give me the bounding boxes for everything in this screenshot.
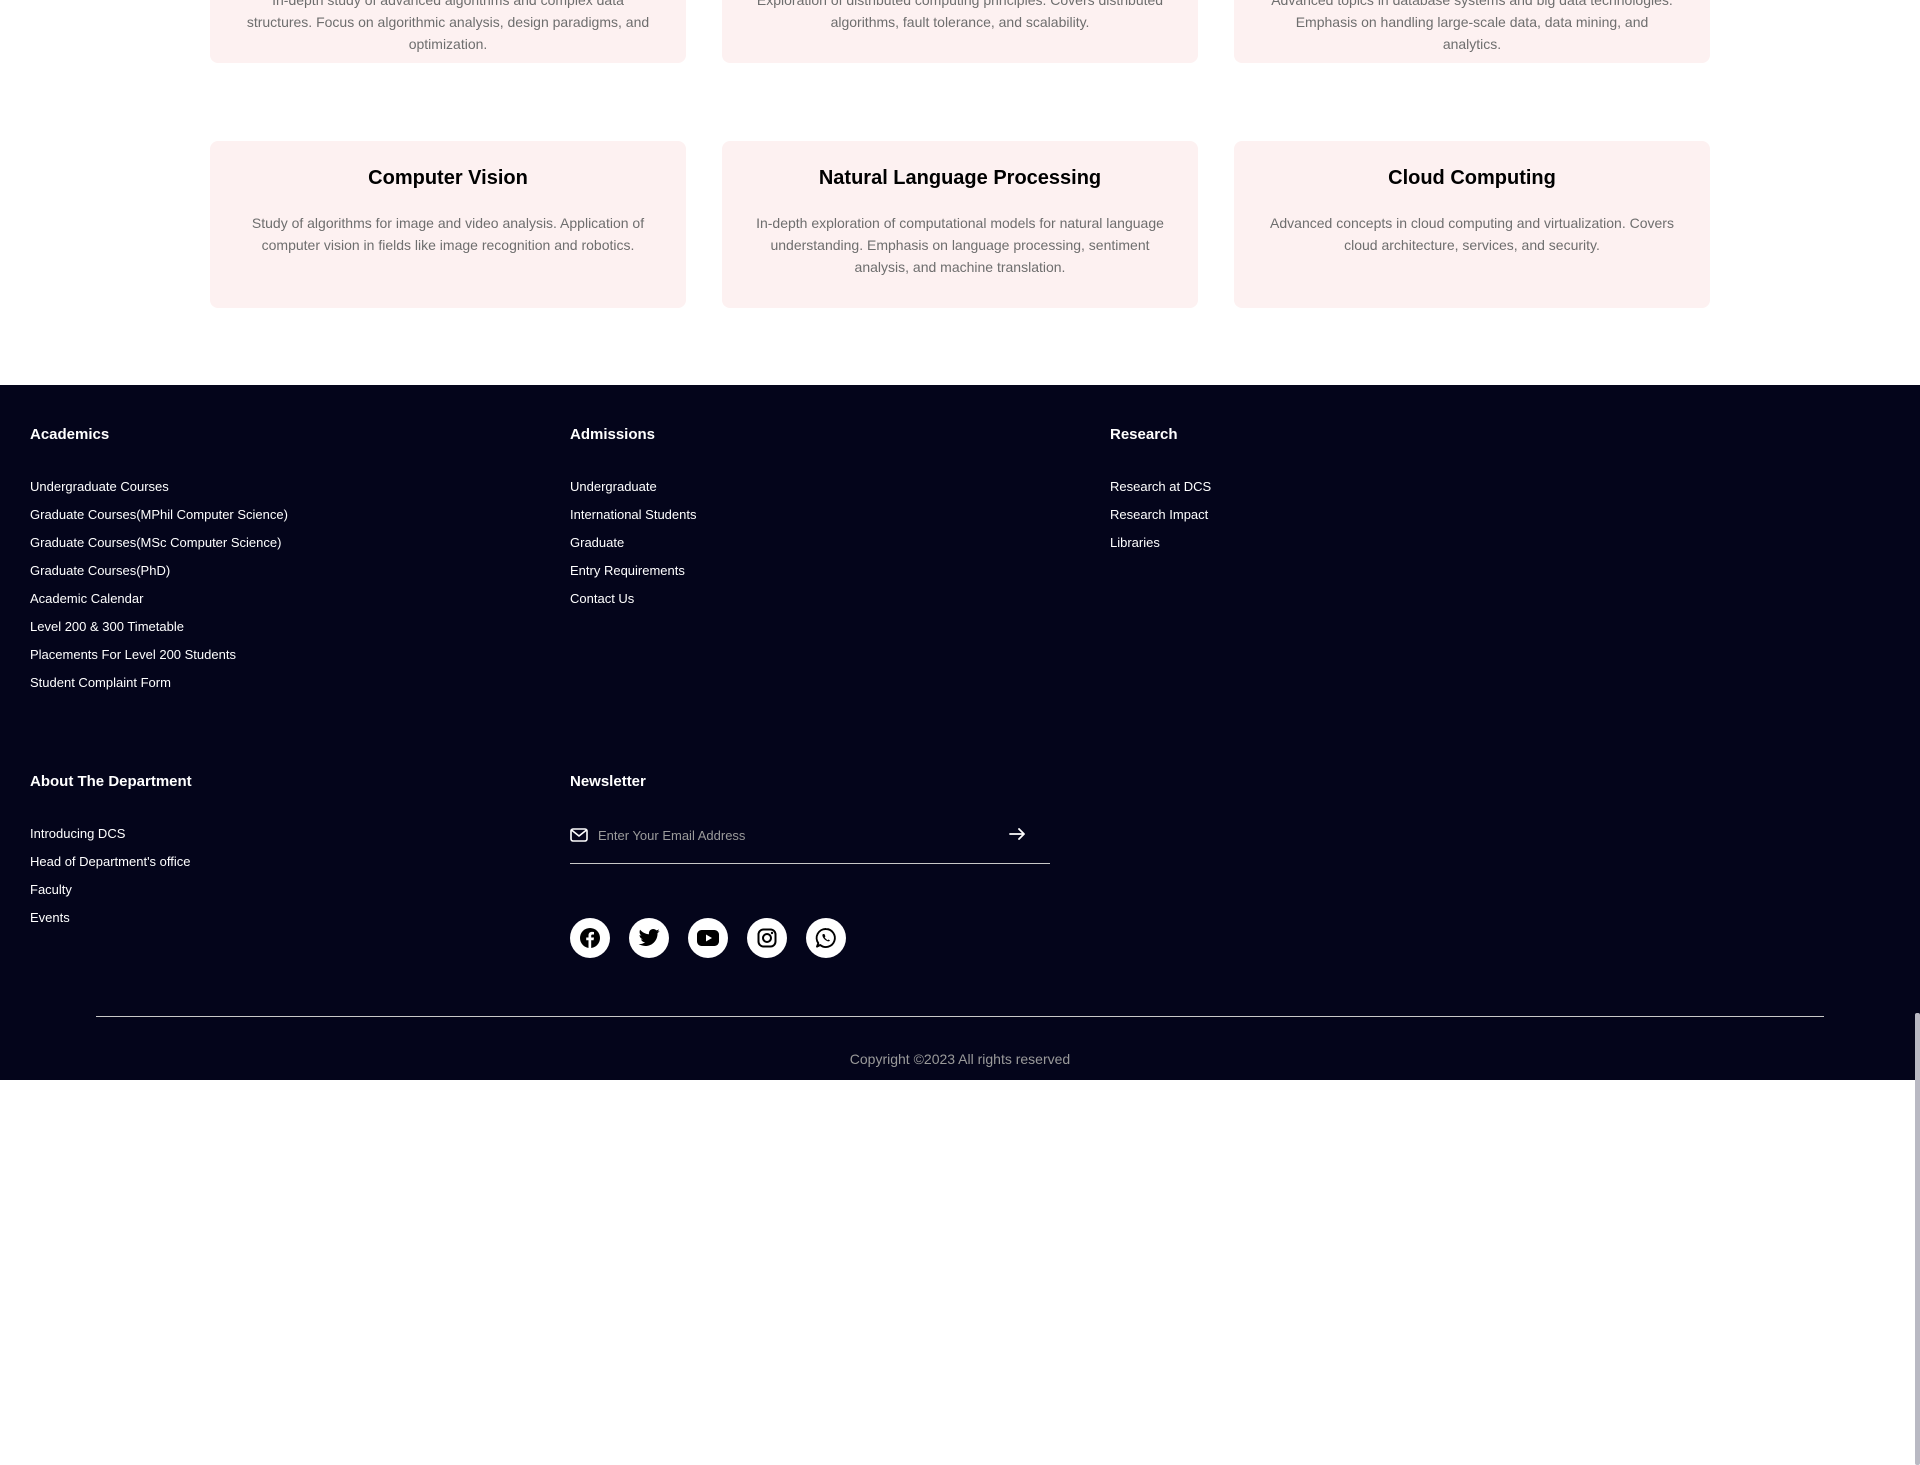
footer-link-faculty[interactable]: Faculty <box>30 882 72 897</box>
newsletter-email-input[interactable] <box>598 821 998 849</box>
course-card-nlp: Natural Language Processing In-depth exp… <box>722 141 1198 308</box>
footer-link-list: Introducing DCS Head of Department's off… <box>30 825 191 937</box>
footer-divider <box>96 1016 1824 1017</box>
footer-link-contact-us[interactable]: Contact Us <box>570 591 634 606</box>
footer-link-libraries[interactable]: Libraries <box>1110 535 1160 550</box>
footer-column-about: About The Department Introducing DCS Hea… <box>30 773 192 925</box>
footer-link-entry-requirements[interactable]: Entry Requirements <box>570 563 685 578</box>
footer-link-timetable[interactable]: Level 200 & 300 Timetable <box>30 619 184 634</box>
course-card-cloud-computing: Cloud Computing Advanced concepts in clo… <box>1234 141 1710 308</box>
footer-link-research-at-dcs[interactable]: Research at DCS <box>1110 479 1211 494</box>
footer-column-title: Research <box>1110 426 1178 443</box>
footer-column-newsletter: Newsletter <box>570 773 1050 958</box>
newsletter-form <box>570 821 1050 864</box>
footer-link-undergraduate[interactable]: Undergraduate <box>570 479 657 494</box>
footer-link-international-students[interactable]: International Students <box>570 507 696 522</box>
site-footer: Academics Undergraduate Courses Graduate… <box>0 385 1920 1465</box>
youtube-icon <box>697 930 719 946</box>
whatsapp-link[interactable] <box>806 918 846 958</box>
copyright-text: Copyright ©2023 All rights reserved <box>849 1051 1071 1067</box>
footer-link-list: Undergraduate International Students Gra… <box>570 478 696 618</box>
footer-column-admissions: Admissions Undergraduate International S… <box>570 426 696 606</box>
footer-link-undergraduate-courses[interactable]: Undergraduate Courses <box>30 479 169 494</box>
course-card-description: Exploration of distributed computing pri… <box>756 0 1164 30</box>
twitter-icon <box>638 929 660 946</box>
newsletter-submit-button[interactable] <box>1006 824 1030 846</box>
course-card-title: Computer Vision <box>368 167 528 189</box>
youtube-link[interactable] <box>688 918 728 958</box>
twitter-link[interactable] <box>629 918 669 958</box>
course-card-description: Advanced concepts in cloud computing and… <box>1270 215 1674 253</box>
footer-link-phd-courses[interactable]: Graduate Courses(PhD) <box>30 563 170 578</box>
course-card-description: In-depth study of advanced algorithms an… <box>246 0 650 52</box>
newsletter-title: Newsletter <box>570 773 646 790</box>
whatsapp-icon <box>815 928 836 948</box>
footer-column-title: Academics <box>30 426 110 443</box>
arrow-right-icon <box>1009 827 1025 840</box>
footer-link-complaint-form[interactable]: Student Complaint Form <box>30 675 171 690</box>
course-card-description: Study of algorithms for image and video … <box>251 215 645 253</box>
footer-column-research: Research Research at DCS Research Impact… <box>1110 426 1211 550</box>
footer-column-academics: Academics Undergraduate Courses Graduate… <box>30 426 288 690</box>
footer-link-introducing-dcs[interactable]: Introducing DCS <box>30 826 125 841</box>
footer-link-academic-calendar[interactable]: Academic Calendar <box>30 591 143 606</box>
footer-link-events[interactable]: Events <box>30 910 70 925</box>
footer-link-placements[interactable]: Placements For Level 200 Students <box>30 647 236 662</box>
footer-link-list: Research at DCS Research Impact Librarie… <box>1110 478 1211 562</box>
footer-column-title: About The Department <box>30 773 192 790</box>
course-card-title: Natural Language Processing <box>818 167 1102 189</box>
instagram-icon <box>757 928 777 948</box>
footer-link-msc-courses[interactable]: Graduate Courses(MSc Computer Science) <box>30 535 281 550</box>
footer-link-list: Undergraduate Courses Graduate Courses(M… <box>30 478 288 702</box>
footer-link-mphil-courses[interactable]: Graduate Courses(MPhil Computer Science) <box>30 507 288 522</box>
envelope-icon <box>570 828 588 842</box>
course-card-title: Cloud Computing <box>1388 167 1556 189</box>
footer-link-research-impact[interactable]: Research Impact <box>1110 507 1208 522</box>
course-card-description: Advanced topics in database systems and … <box>1271 0 1673 52</box>
course-card-algorithms: In-depth study of advanced algorithms an… <box>210 0 686 63</box>
footer-link-graduate[interactable]: Graduate <box>570 535 624 550</box>
footer-column-title: Admissions <box>570 426 656 443</box>
course-card-computer-vision: Computer Vision Study of algorithms for … <box>210 141 686 308</box>
facebook-icon <box>580 928 600 948</box>
footer-link-head-of-department[interactable]: Head of Department's office <box>30 854 191 869</box>
instagram-link[interactable] <box>747 918 787 958</box>
facebook-link[interactable] <box>570 918 610 958</box>
course-card-description: In-depth exploration of computational mo… <box>756 215 1164 275</box>
course-card-big-data: Advanced topics in database systems and … <box>1234 0 1710 63</box>
course-card-distributed: Exploration of distributed computing pri… <box>722 0 1198 63</box>
scrollbar-thumb[interactable] <box>1915 1013 1920 1465</box>
